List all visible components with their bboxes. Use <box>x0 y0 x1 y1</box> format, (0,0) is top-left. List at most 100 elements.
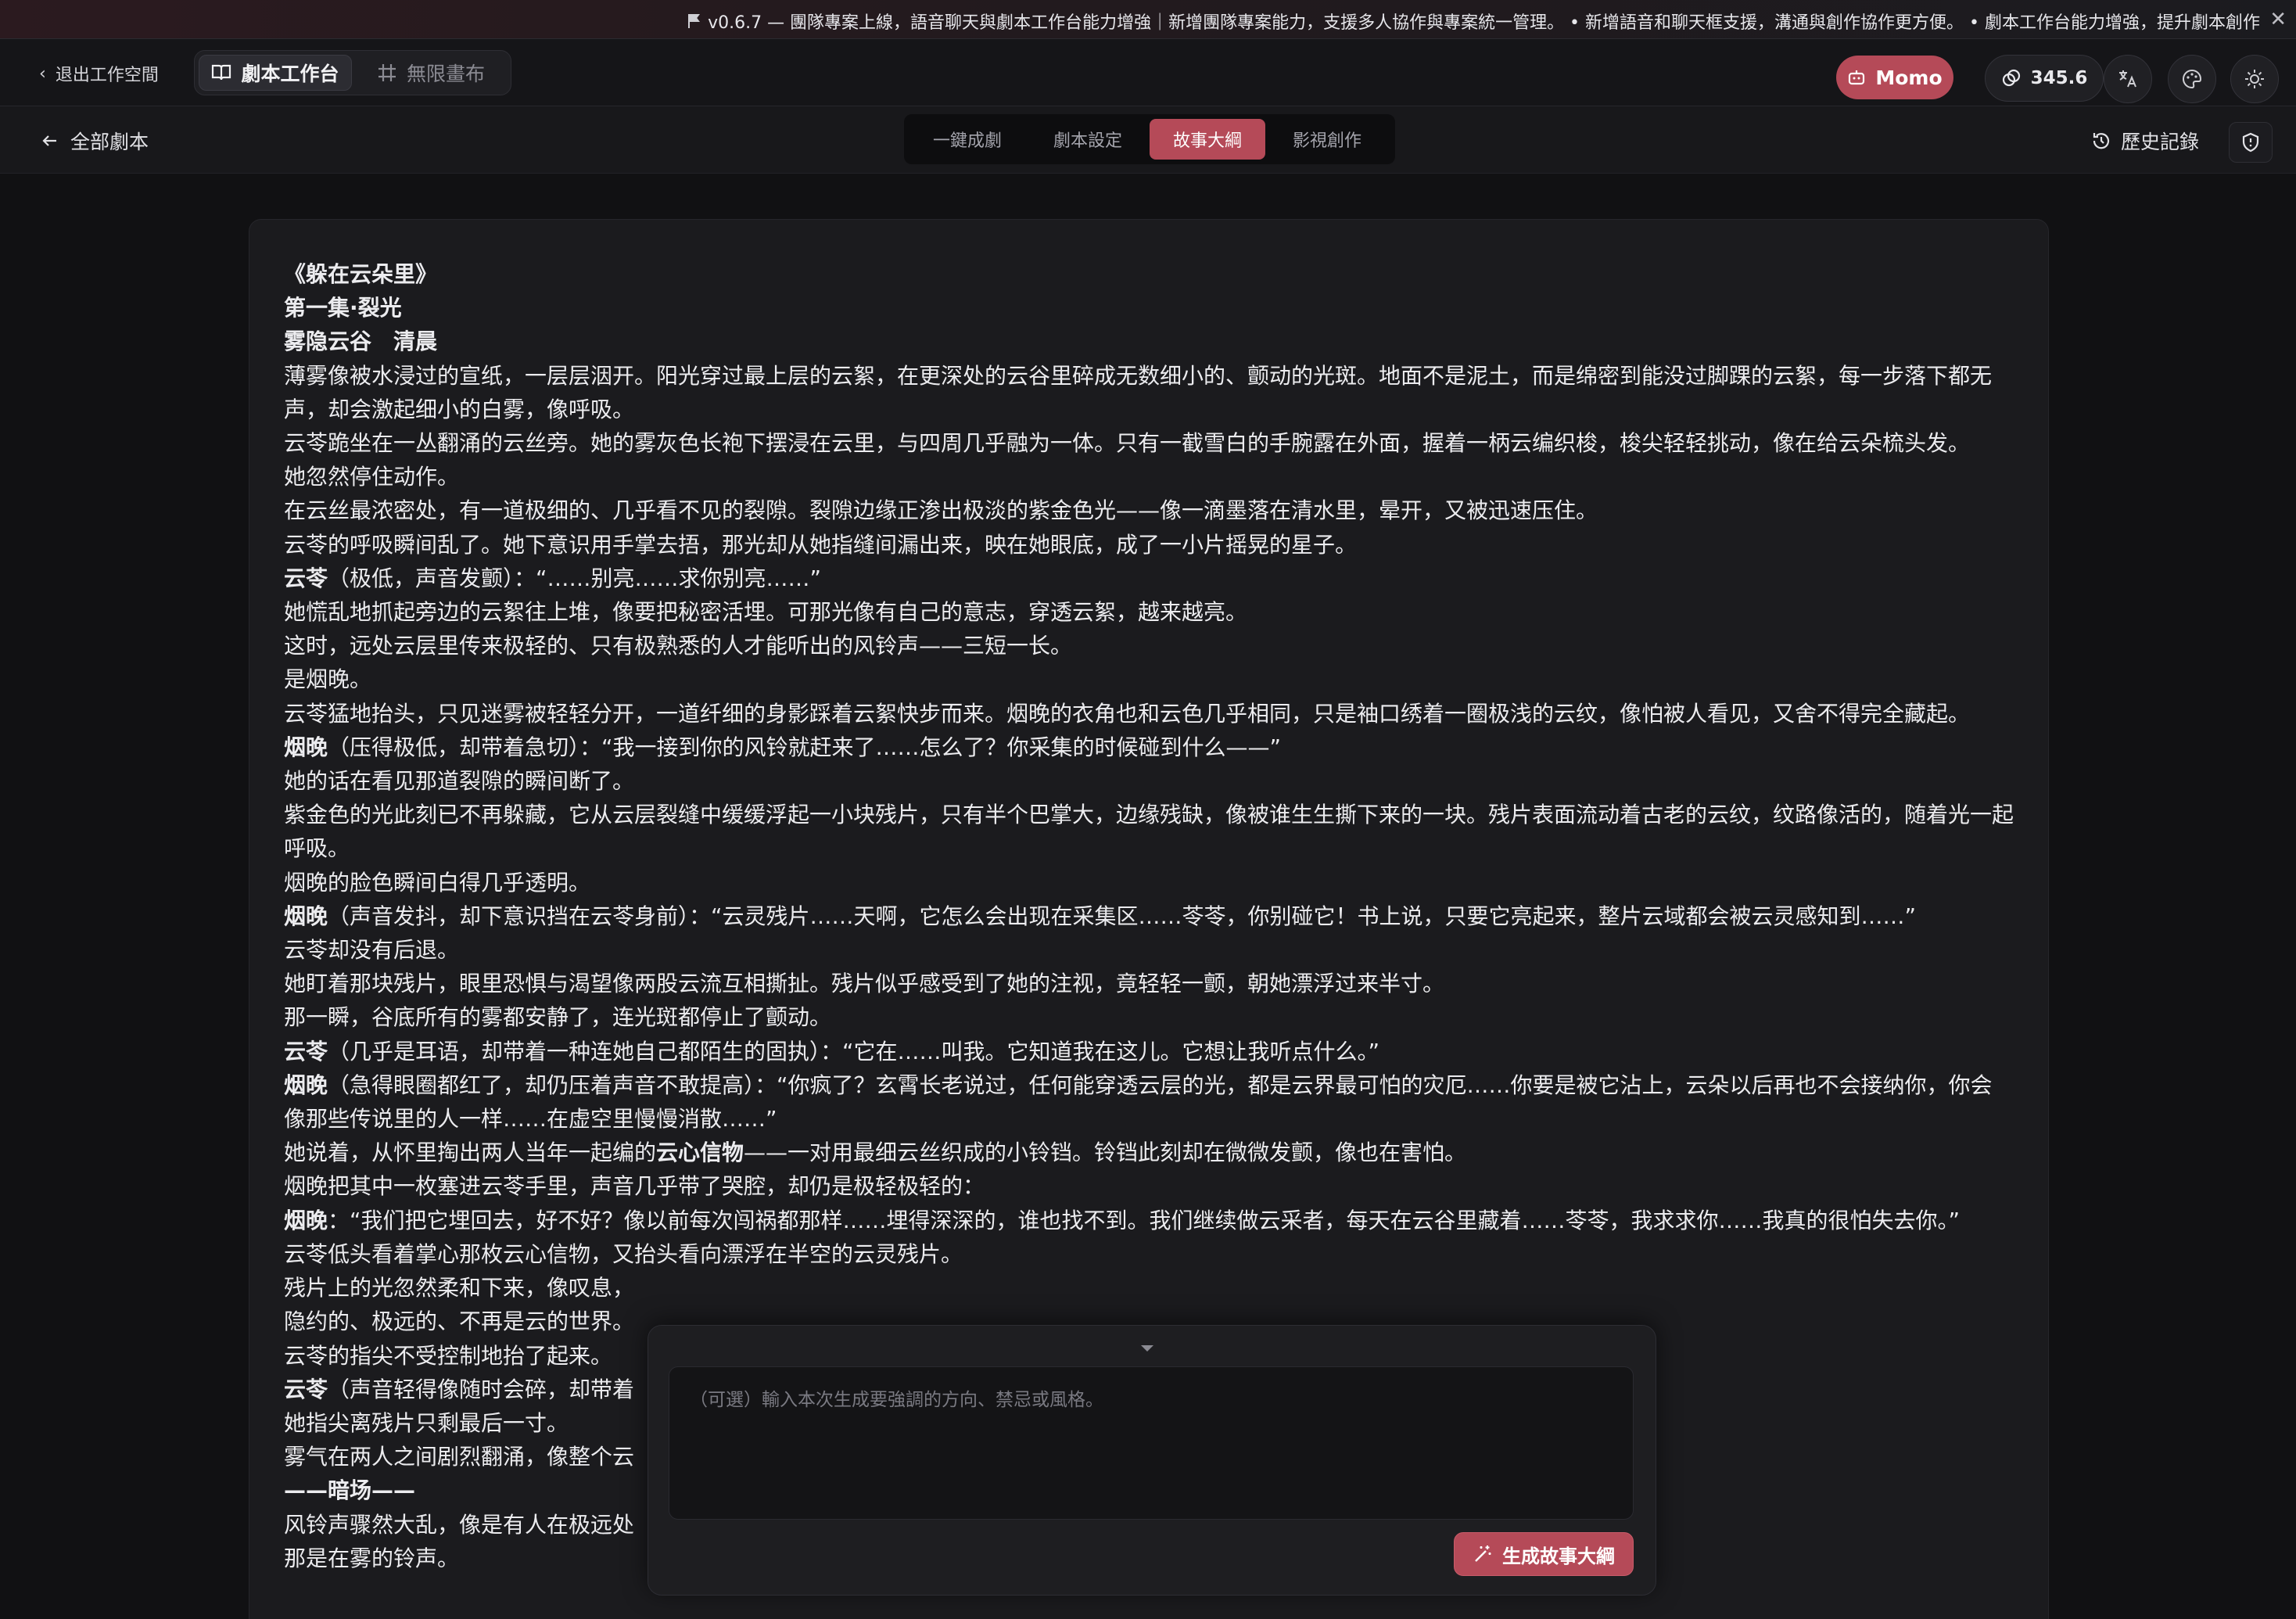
line-text: 第一集·裂光 <box>284 295 402 321</box>
line-text: 她忽然停住动作。 <box>284 464 460 490</box>
mode-switch: 劇本工作台 無限畫布 <box>194 50 511 95</box>
chevron-down-icon <box>1141 1345 1153 1352</box>
line-text: 雾气在两人之间剧烈翻涌，像整个云 <box>284 1444 635 1470</box>
light-mode-button[interactable] <box>2230 55 2279 103</box>
workspace-topbar: ‹ 退出工作空間 劇本工作台 無限畫布 Momo 345.6 <box>0 39 2296 106</box>
script-line: 是烟晚。 <box>284 662 2014 696</box>
tab-script-workbench[interactable]: 劇本工作台 <box>199 55 352 91</box>
script-line: 紫金色的光此刻已不再躲藏，它从云层裂缝中缓缓浮起一小块残片，只有半个巴掌大，边缘… <box>284 798 2014 865</box>
script-line: 烟晚：“我们把它埋回去，好不好？像以前每次闯祸都那样……埋得深深的，谁也找不到。… <box>284 1204 2014 1237</box>
history-label: 歷史記錄 <box>2121 131 2200 153</box>
script-line: 云苓却没有后退。 <box>284 933 2014 967</box>
announcement-banner: v0.6.7 — 團隊專案上線，語音聊天與劇本工作台能力增強｜新增團隊專案能力，… <box>0 0 2296 39</box>
line-text: （几乎是耳语，却带着一种连她自己都陌生的固执）：“它在……叫我。它知道我在这儿。… <box>328 1038 1380 1064</box>
exit-workspace-button[interactable]: ‹ 退出工作空間 <box>39 61 159 86</box>
script-line: 云苓猛地抬头，只见迷雾被轻轻分开，一道纤细的身影踩着云絮快步而来。烟晚的衣角也和… <box>284 697 2014 731</box>
script-line: 她忽然停住动作。 <box>284 460 2014 494</box>
script-line: 那一瞬，谷底所有的雾都安静了，连光斑都停止了颤动。 <box>284 1000 2014 1034</box>
translate-button[interactable] <box>2104 55 2152 103</box>
generation-prompt-panel: 生成故事大綱 <box>648 1325 1656 1596</box>
speaker-name: 云苓 <box>284 1038 328 1064</box>
exit-workspace-label: 退出工作空間 <box>55 66 159 85</box>
line-text: （压得极低，却带着急切）：“我一接到你的风铃就赶来了……怎么了？你采集的时候碰到… <box>328 734 1282 760</box>
line-text: （声音轻得像随时会碎，却带着 <box>328 1376 635 1402</box>
credits-value: 345.6 <box>2030 68 2088 88</box>
line-text: 云苓的指尖不受控制地抬了起来。 <box>284 1342 613 1369</box>
line-text: 她的话在看见那道裂隙的瞬间断了。 <box>284 768 635 795</box>
workflow-tabs: 一鍵成劇 劇本設定 故事大綱 影視創作 <box>904 114 1395 164</box>
momo-label: Momo <box>1875 66 1943 89</box>
arrow-left-icon <box>42 135 56 146</box>
speaker-name: 烟晚 <box>284 903 328 929</box>
line-text: 烟晚把其中一枚塞进云苓手里，声音几乎带了哭腔，却仍是极轻极轻的： <box>284 1173 985 1200</box>
line-text: 她盯着那块残片，眼里恐惧与渴望像两股云流互相撕扯。残片似乎感受到了她的注视，竟轻… <box>284 971 1445 997</box>
line-text: 那是在雾的铃声。 <box>284 1545 460 1571</box>
line-text: 残片上的光忽然柔和下来，像叹息， <box>284 1275 635 1301</box>
script-line: 烟晚（急得眼圈都红了，却仍压着声音不敢提高）：“你疯了？玄霄长老说过，任何能穿透… <box>284 1068 2014 1136</box>
back-to-all-scripts-button[interactable]: 全部劇本 <box>41 127 149 155</box>
theme-palette-button[interactable] <box>2168 55 2216 103</box>
script-line: 云苓（几乎是耳语，却带着一种连她自己都陌生的固执）：“它在……叫我。它知道我在这… <box>284 1035 2014 1068</box>
speaker-name: 云苓 <box>284 565 328 591</box>
line-text: 雾隐云谷 清晨 <box>284 328 438 355</box>
line-text-tail: ——一对用最细云丝织成的小铃铛。铃铛此刻却在微微发颤，像也在害怕。 <box>744 1140 1467 1166</box>
line-text: 这时，远处云层里传来极轻的、只有极熟悉的人才能听出的风铃声——三短一长。 <box>284 633 1073 659</box>
script-line: 烟晚把其中一枚塞进云苓手里，声音几乎带了哭腔，却仍是极轻极轻的： <box>284 1169 2014 1203</box>
script-line: 她慌乱地抓起旁边的云絮往上堆，像要把秘密活埋。可那光像有自己的意志，穿透云絮，越… <box>284 595 2014 629</box>
line-text: 是烟晚。 <box>284 666 372 693</box>
back-to-all-scripts-label: 全部劇本 <box>70 131 149 153</box>
line-text: （急得眼圈都红了，却仍压着声音不敢提高）：“你疯了？玄霄长老说过，任何能穿透云层… <box>284 1072 1993 1133</box>
script-line: 她盯着那块残片，眼里恐惧与渴望像两股云流互相撕扯。残片似乎感受到了她的注视，竟轻… <box>284 967 2014 1000</box>
translate-icon <box>2119 70 2136 88</box>
line-text: 紫金色的光此刻已不再躲藏，它从云层裂缝中缓缓浮起一小块残片，只有半个巴掌大，边缘… <box>284 802 2014 862</box>
tab-one-click-drama[interactable]: 一鍵成劇 <box>909 119 1026 160</box>
line-text: 烟晚的脸色瞬间白得几乎透明。 <box>284 869 591 896</box>
script-line: 云苓低头看着掌心那枚云心信物，又抬头看向漂浮在半空的云灵残片。 <box>284 1237 2014 1271</box>
sun-icon <box>2245 70 2264 88</box>
announcement-text: v0.6.7 — 團隊專案上線，語音聊天與劇本工作台能力增強｜新增團隊專案能力，… <box>708 13 2260 33</box>
tab-film-creation[interactable]: 影視創作 <box>1268 119 1386 160</box>
line-text: 云苓却没有后退。 <box>284 937 460 964</box>
close-icon[interactable]: ✕ <box>2269 8 2287 31</box>
script-line: 烟晚的脸色瞬间白得几乎透明。 <box>284 866 2014 899</box>
script-line: 烟晚（声音发抖，却下意识挡在云苓身前）：“云灵残片……天啊，它怎么会出现在采集区… <box>284 899 2014 933</box>
script-line: 残片上的光忽然柔和下来，像叹息， <box>284 1271 2014 1305</box>
generate-story-outline-button[interactable]: 生成故事大綱 <box>1454 1532 1634 1576</box>
line-text: 云苓猛地抬头，只见迷雾被轻轻分开，一道纤细的身影踩着云絮快步而来。烟晚的衣角也和… <box>284 700 1971 727</box>
script-line: 薄雾像被水浸过的宣纸，一层层洇开。阳光穿过最上层的云絮，在更深处的云谷里碎成无数… <box>284 359 2014 426</box>
magic-wand-icon <box>1475 1545 1491 1562</box>
line-text: 云苓的呼吸瞬间乱了。她下意识用手掌去捂，那光却从她指缝间漏出来，映在她眼底，成了… <box>284 531 1358 558</box>
generation-prompt-input[interactable] <box>669 1366 1634 1520</box>
collapse-panel-button[interactable] <box>1139 1341 1155 1356</box>
tab-infinite-canvas[interactable]: 無限畫布 <box>355 55 507 91</box>
shield-button[interactable] <box>2229 122 2273 163</box>
history-icon <box>2093 133 2110 149</box>
speaker-name: 烟晚 <box>284 1207 328 1233</box>
speaker-name: 云苓 <box>284 1376 328 1402</box>
shield-icon <box>2242 132 2259 153</box>
line-text: 风铃声骤然大乱，像是有人在极远处 <box>284 1511 635 1538</box>
grid-icon <box>378 64 396 81</box>
palette-icon <box>2183 69 2202 89</box>
line-text: ：“我们把它埋回去，好不好？像以前每次闯祸都那样……埋得深深的，谁也找不到。我们… <box>328 1207 1961 1233</box>
tab-infinite-canvas-label: 無限畫布 <box>406 63 485 85</box>
line-text: （声音发抖，却下意识挡在云苓身前）：“云灵残片……天啊，它怎么会出现在采集区……… <box>328 903 1917 929</box>
script-navbar: 全部劇本 一鍵成劇 劇本設定 故事大綱 影視創作 歷史記錄 <box>0 106 2296 174</box>
line-text: 她说着，从怀里掏出两人当年一起编的 <box>284 1140 657 1166</box>
tab-story-outline[interactable]: 故事大綱 <box>1150 119 1265 160</box>
book-icon <box>212 64 231 81</box>
script-line: 在云丝最浓密处，有一道极细的、几乎看不见的裂隙。裂隙边缘正渗出极淡的紫金色光——… <box>284 494 2014 527</box>
line-text: ——暗场—— <box>284 1477 416 1504</box>
line-text: 在云丝最浓密处，有一道极细的、几乎看不见的裂隙。裂隙边缘正渗出极淡的紫金色光——… <box>284 497 1598 524</box>
speaker-name: 烟晚 <box>284 1072 328 1098</box>
generate-story-outline-label: 生成故事大綱 <box>1502 1545 1615 1567</box>
line-text: 她慌乱地抓起旁边的云絮往上堆，像要把秘密活埋。可那光像有自己的意志，穿透云絮，越… <box>284 599 1248 626</box>
script-line: 云苓跪坐在一丛翻涌的云丝旁。她的雾灰色长袍下摆浸在云里，与四周几乎融为一体。只有… <box>284 426 2014 460</box>
coins-icon <box>2002 69 2020 87</box>
line-text: 《躲在云朵里》 <box>284 261 438 287</box>
momo-button[interactable]: Momo <box>1836 56 1953 99</box>
tab-script-settings[interactable]: 劇本設定 <box>1029 119 1146 160</box>
history-button[interactable]: 歷史記錄 <box>2091 127 2199 155</box>
script-line: 烟晚（压得极低，却带着急切）：“我一接到你的风铃就赶来了……怎么了？你采集的时候… <box>284 731 2014 764</box>
credits-badge[interactable]: 345.6 <box>1985 55 2104 102</box>
